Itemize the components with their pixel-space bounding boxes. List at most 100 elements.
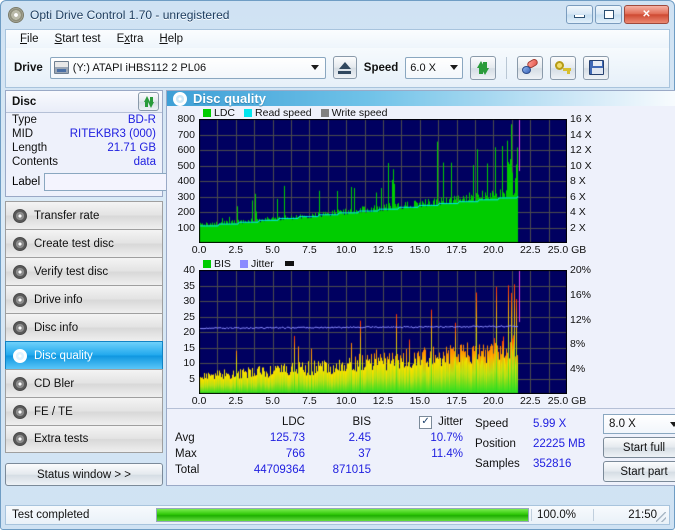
sidebar-item-create-test-disc[interactable]: Create test disc [5, 229, 163, 257]
x-axis-tick: 2.5 [228, 395, 243, 407]
status-bar: Test completed 100.0% 21:50 [5, 505, 670, 525]
disc-quality-panel: Disc quality LDC Read speed Write speed [166, 90, 675, 486]
test-buttons: 8.0 X Start full Start part [603, 414, 675, 482]
sidebar-item-cd-bler[interactable]: CD Bler [5, 369, 163, 397]
cell-jitter: 11.4% [371, 448, 467, 460]
eject-button[interactable] [333, 56, 357, 79]
sidebar-item-disc-quality[interactable]: Disc quality [5, 341, 163, 369]
x-axis-tick: 10.0 [336, 244, 356, 256]
y2-axis-tick: 16% [570, 289, 591, 301]
x-axis-tick: 20.0 [483, 395, 503, 407]
y2-axis-tick: 20% [570, 264, 591, 276]
y2-axis-tick: 12 X [570, 144, 592, 156]
y-axis-tick: 200 [177, 206, 195, 218]
disc-icon [13, 349, 27, 363]
y-axis-tick: 600 [177, 144, 195, 156]
table-row: Max 766 37 11.4% [175, 446, 475, 462]
legend-swatch-icon [244, 109, 252, 117]
y-axis-tick: 25 [183, 311, 195, 323]
x-axis-tick: 7.5 [302, 244, 317, 256]
maximize-button[interactable] [595, 5, 622, 24]
legend-item-jitter: Jitter [240, 258, 274, 270]
start-full-button[interactable]: Start full [603, 437, 675, 458]
pills-button[interactable] [517, 56, 543, 80]
y-axis-tick: 100 [177, 222, 195, 234]
statistics-panel: LDC BIS ✓ Jitter Avg 125.73 2.45 10.7% [167, 408, 675, 486]
y-axis-tick: 15 [183, 342, 195, 354]
samples-readout-label: Samples [475, 458, 533, 470]
y-axis-tick: 5 [189, 373, 195, 385]
floppy-save-icon [589, 60, 604, 75]
x-axis-tick: 2.5 [228, 244, 243, 256]
disc-value: 21.71 GB [107, 142, 156, 154]
speed-label: Speed [364, 62, 399, 74]
speed-select-value: 6.0 X [410, 62, 436, 74]
ldc-y-axis-labels: 100200300400500600700800 [167, 119, 197, 243]
sidebar-item-label: Verify test disc [34, 266, 108, 278]
disc-refresh-button[interactable] [138, 92, 159, 111]
speed-select[interactable]: 6.0 X [405, 57, 463, 79]
speed-readout-label: Speed [475, 418, 533, 430]
sidebar-item-label: Transfer rate [34, 210, 99, 222]
readout-samples: Samples 352816 [475, 454, 603, 474]
minimize-button[interactable] [566, 5, 593, 24]
close-button[interactable]: ✕ [624, 5, 669, 24]
ldc-plot-area[interactable]: 100200300400500600700800 2 X4 X6 X8 X10 … [167, 119, 675, 243]
menu-extra[interactable]: Extra [109, 32, 152, 46]
legend-item-bis: BIS [203, 258, 231, 270]
readout-speed: Speed 5.99 X [475, 414, 603, 434]
disc-info-panel: Disc Type BD-R MID [5, 90, 163, 197]
eject-icon [338, 62, 351, 74]
key-button[interactable] [550, 56, 576, 80]
disc-row-mid: MID RITEKBR3 (000) [6, 127, 162, 141]
sidebar-item-disc-info[interactable]: Disc info [5, 313, 163, 341]
toolbar-divider [506, 57, 507, 79]
ldc-chart-block: LDC Read speed Write speed 1002003004005… [167, 106, 675, 257]
bis-plot-area[interactable]: 510152025303540 4%8%12%16%20% [167, 270, 675, 394]
menu-file[interactable]: File [12, 32, 47, 46]
legend-item-ldc: LDC [203, 107, 235, 119]
disc-icon [173, 92, 187, 106]
y2-axis-tick: 4% [570, 363, 585, 375]
column-header-ldc: LDC [221, 416, 305, 428]
menu-start-test[interactable]: Start test [47, 32, 109, 46]
test-speed-select[interactable]: 8.0 X [603, 414, 675, 434]
samples-readout-value: 352816 [533, 458, 571, 470]
sidebar-item-drive-info[interactable]: Drive info [5, 285, 163, 313]
status-window-button[interactable]: Status window > > [5, 463, 163, 486]
progress-bar [156, 508, 529, 522]
y-axis-tick: 400 [177, 175, 195, 187]
jitter-checkbox[interactable]: ✓ [419, 416, 432, 429]
legend-extra-marker-icon [285, 261, 294, 266]
bis-chart-legend: BIS Jitter [167, 257, 675, 270]
save-button[interactable] [583, 56, 609, 80]
resize-grip-icon[interactable] [656, 512, 666, 522]
sidebar-item-extra-tests[interactable]: Extra tests [5, 425, 163, 453]
jitter-label: Jitter [438, 416, 463, 428]
y-axis-tick: 800 [177, 113, 195, 125]
disc-icon [13, 321, 27, 335]
sidebar-item-transfer-rate[interactable]: Transfer rate [5, 201, 163, 229]
drive-icon [54, 61, 69, 74]
y-axis-tick: 700 [177, 129, 195, 141]
sidebar-item-label: FE / TE [34, 406, 73, 418]
sidebar-item-label: Drive info [34, 294, 83, 306]
refresh-button[interactable] [470, 56, 496, 80]
window-controls: ✕ [566, 5, 669, 24]
cell-ldc: 44709364 [221, 464, 305, 476]
y2-axis-tick: 12% [570, 314, 591, 326]
row-label: Total [175, 464, 221, 476]
menu-help[interactable]: Help [151, 32, 191, 46]
x-axis-tick: 5.0 [265, 244, 280, 256]
start-part-button[interactable]: Start part [603, 461, 675, 482]
pills-icon [522, 60, 539, 75]
disc-label-row: Label [6, 169, 162, 196]
disc-key: Length [12, 142, 47, 154]
sidebar-item-verify-test-disc[interactable]: Verify test disc [5, 257, 163, 285]
sidebar-item-fe-te[interactable]: FE / TE [5, 397, 163, 425]
table-row: Avg 125.73 2.45 10.7% [175, 430, 475, 446]
drive-select[interactable]: (Y:) ATAPI iHBS112 2 PL06 [50, 57, 326, 79]
drive-label: Drive [14, 62, 43, 74]
legend-swatch-icon [321, 109, 329, 117]
window-title: Opti Drive Control 1.70 - unregistered [30, 8, 229, 22]
